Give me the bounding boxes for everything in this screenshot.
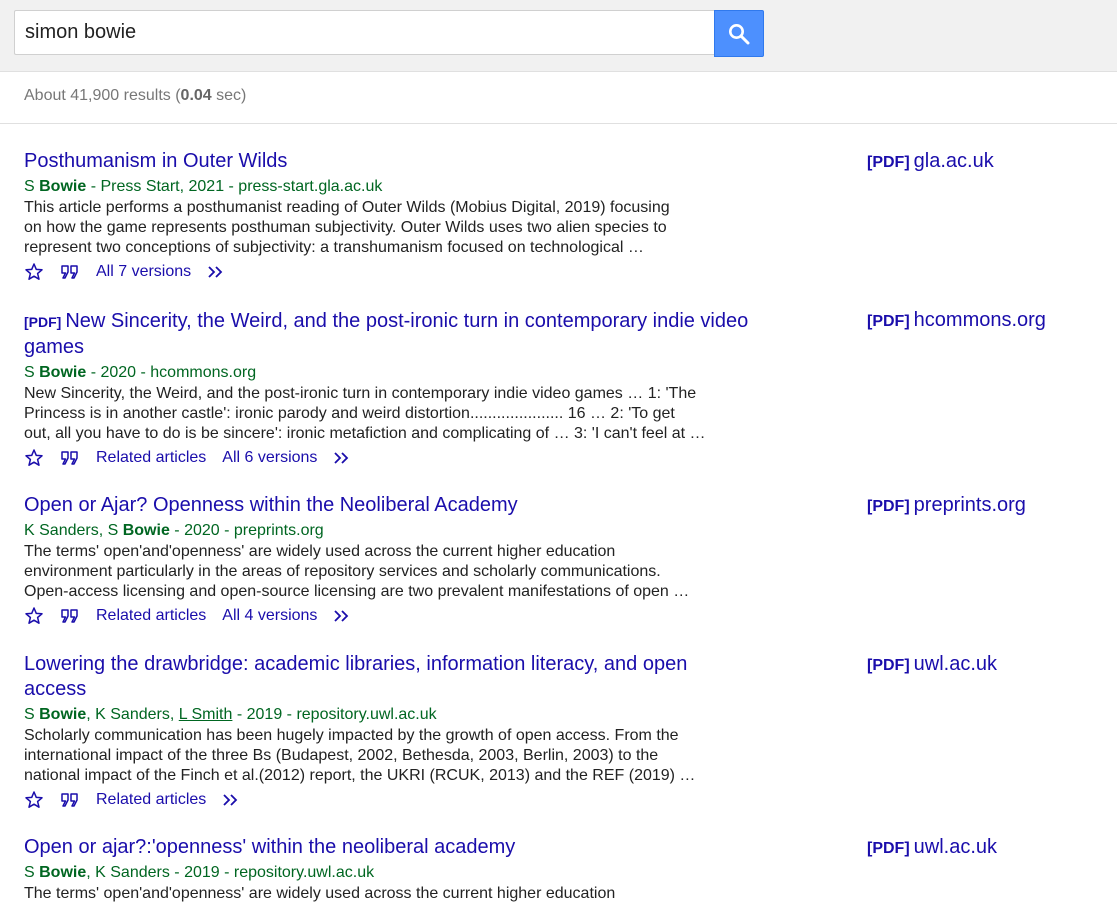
related-articles-link[interactable]: Related articles [96, 791, 206, 809]
result-snippet: The terms' open'and'openness' are widely… [24, 885, 616, 902]
result-actions: All 7 versions [24, 260, 1114, 284]
result-authors: S Bowie - Press Start, 2021 - press-star… [24, 178, 383, 195]
pdf-link[interactable]: [PDF] uwl.ac.uk [867, 653, 997, 676]
double-chevron-icon[interactable] [222, 792, 242, 808]
pdf-link[interactable]: [PDF] hcommons.org [867, 309, 1046, 332]
versions-link[interactable]: All 7 versions [96, 263, 191, 281]
result-title[interactable]: Open or Ajar? Openness within the Neolib… [24, 493, 754, 518]
result-stats: About 41,900 results (0.04 sec) [24, 87, 247, 104]
result-snippet: New Sincerity, the Weird, and the post-i… [24, 385, 706, 442]
related-articles-link[interactable]: Related articles [96, 449, 206, 467]
result-authors: S Bowie, K Sanders - 2019 - repository.u… [24, 864, 375, 881]
double-chevron-icon[interactable] [207, 264, 227, 280]
search-input[interactable] [14, 10, 714, 55]
result-authors: K Sanders, S Bowie - 2020 - preprints.or… [24, 522, 324, 539]
result-title[interactable]: Lowering the drawbridge: academic librar… [24, 652, 754, 702]
result-authors: S Bowie - 2020 - hcommons.org [24, 364, 257, 381]
result-item: Lowering the drawbridge: academic librar… [24, 652, 1114, 812]
star-icon[interactable] [24, 606, 44, 626]
quote-icon[interactable] [60, 450, 80, 466]
result-item: [PDF] New Sincerity, the Weird, and the p… [24, 309, 1114, 470]
versions-link[interactable]: All 6 versions [222, 449, 317, 467]
result-actions: Related articles All 4 versions [24, 604, 1114, 628]
star-icon[interactable] [24, 790, 44, 810]
divider [0, 123, 1117, 124]
result-snippet: The terms' open'and'openness' are widely… [24, 543, 690, 600]
star-icon[interactable] [24, 262, 44, 282]
result-authors: S Bowie, K Sanders, L Smith - 2019 - rep… [24, 706, 437, 723]
pdf-link[interactable]: [PDF] preprints.org [867, 494, 1026, 517]
search-icon [729, 23, 750, 44]
result-actions: Related articles All 6 versions [24, 446, 1114, 470]
double-chevron-icon[interactable] [333, 608, 353, 624]
pdf-link[interactable]: [PDF] uwl.ac.uk [867, 836, 997, 859]
result-actions: Related articles [24, 788, 1114, 812]
pdf-link[interactable]: [PDF] gla.ac.uk [867, 150, 994, 173]
result-title[interactable]: [PDF] New Sincerity, the Weird, and the p… [24, 309, 754, 360]
search-button[interactable] [714, 10, 764, 57]
star-icon[interactable] [24, 448, 44, 468]
author-link[interactable]: L Smith [179, 706, 233, 723]
quote-icon[interactable] [60, 792, 80, 808]
result-snippet: Scholarly communication has been hugely … [24, 727, 696, 784]
result-title[interactable]: Posthumanism in Outer Wilds [24, 149, 754, 174]
double-chevron-icon[interactable] [333, 450, 353, 466]
pdf-tag: [PDF] [24, 314, 62, 330]
versions-link[interactable]: All 4 versions [222, 607, 317, 625]
quote-icon[interactable] [60, 264, 80, 280]
result-snippet: This article performs a posthumanist rea… [24, 199, 670, 256]
result-title[interactable]: Open or ajar?:'openness' within the neol… [24, 835, 754, 860]
related-articles-link[interactable]: Related articles [96, 607, 206, 625]
quote-icon[interactable] [60, 608, 80, 624]
search-header [0, 0, 1117, 72]
